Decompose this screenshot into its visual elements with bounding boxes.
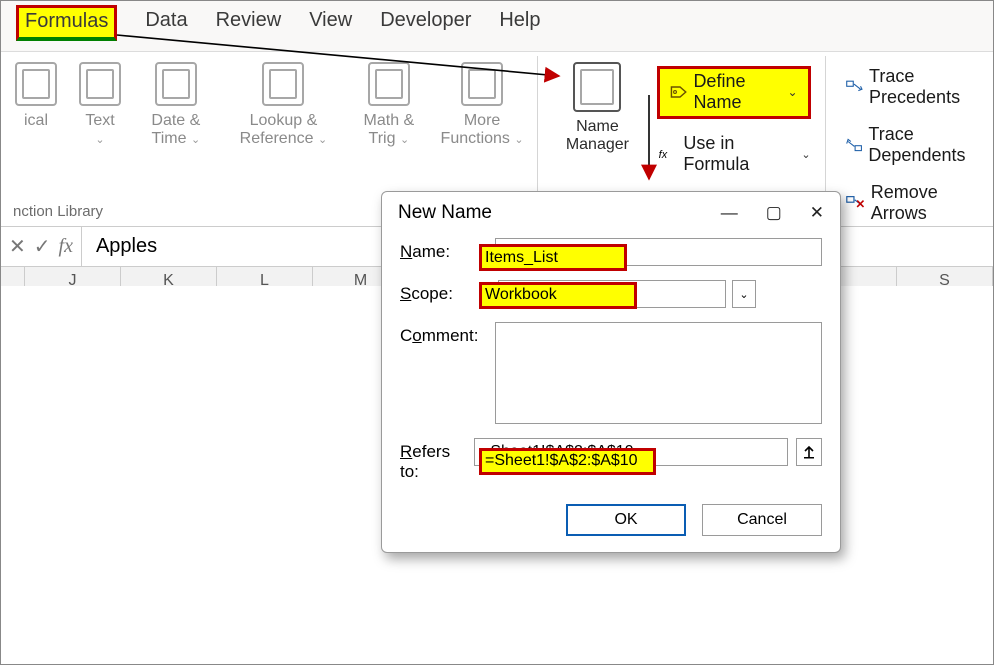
formula-icon: fx <box>657 145 677 163</box>
btn-date-time[interactable]: Date & Time ⌄ <box>141 62 211 149</box>
tab-help[interactable]: Help <box>499 9 540 41</box>
btn-more-fn[interactable]: More Functions ⌄ <box>440 62 525 149</box>
tag-icon <box>670 83 687 101</box>
fx-icon[interactable]: fx <box>59 235 73 258</box>
btn-define-name[interactable]: Define Name⌄ <box>657 66 810 119</box>
tab-formulas[interactable]: Formulas <box>16 5 117 41</box>
btn-trace-precedents[interactable]: Trace Precedents <box>846 66 981 108</box>
btn-lookup-ref[interactable]: Lookup & Reference ⌄ <box>229 62 338 149</box>
trace-precedents-icon <box>846 78 863 96</box>
highlight-scope-text: Workbook <box>485 286 557 304</box>
label-comment: Comment: <box>400 322 483 346</box>
tab-developer[interactable]: Developer <box>380 9 471 41</box>
label-refers-to: Refers to: <box>400 438 462 482</box>
btn-remove-arrows[interactable]: Remove Arrows <box>846 182 981 224</box>
svg-text:fx: fx <box>659 149 668 161</box>
minimize-icon[interactable]: — <box>721 203 738 223</box>
cancel-button[interactable]: Cancel <box>702 504 822 536</box>
remove-arrows-icon <box>846 194 865 212</box>
btn-text[interactable]: Text⌄ <box>77 62 123 149</box>
text-icon <box>79 62 121 106</box>
btn-logical[interactable]: ical <box>13 62 59 130</box>
logical-icon <box>15 62 57 106</box>
tab-view[interactable]: View <box>309 9 352 41</box>
chevron-down-icon[interactable]: ⌄ <box>732 280 756 308</box>
btn-name-manager[interactable]: Name Manager <box>556 62 640 155</box>
btn-trace-dependents[interactable]: Trace Dependents <box>846 124 981 166</box>
dialog-title: New Name <box>398 202 492 224</box>
ok-button[interactable]: OK <box>566 504 686 536</box>
collapse-dialog-icon[interactable] <box>796 438 822 466</box>
group-formula-auditing: Trace Precedents Trace Dependents Remove… <box>826 56 993 226</box>
highlight-refers-text: =Sheet1!$A$2:$A$10 <box>485 452 638 470</box>
math-icon <box>368 62 410 106</box>
morefn-icon <box>461 62 503 106</box>
btn-math-trig[interactable]: Math & Trig ⌄ <box>356 62 421 149</box>
tab-data[interactable]: Data <box>145 9 187 41</box>
datetime-icon <box>155 62 197 106</box>
accept-formula-icon[interactable]: ✓ <box>34 234 51 259</box>
close-icon[interactable]: ✕ <box>810 203 824 223</box>
name-manager-icon <box>573 62 621 112</box>
label-scope: Scope: <box>400 280 486 304</box>
btn-use-in-formula[interactable]: fx Use in Formula ⌄ <box>657 133 810 175</box>
cancel-formula-icon[interactable]: ✕ <box>9 234 26 259</box>
tab-review[interactable]: Review <box>216 9 282 41</box>
menu-tabs: Formulas Data Review View Developer Help <box>1 1 993 52</box>
dialog-new-name: New Name — ▢ ✕ Name: Scope: ⌄ Comment: R… <box>381 191 841 553</box>
label-name: Name: <box>400 238 483 262</box>
highlight-name-text: Items_List <box>485 249 558 267</box>
input-comment[interactable] <box>495 322 822 424</box>
trace-dependents-icon <box>846 136 863 154</box>
lookup-icon <box>262 62 304 106</box>
maximize-icon[interactable]: ▢ <box>766 203 782 223</box>
